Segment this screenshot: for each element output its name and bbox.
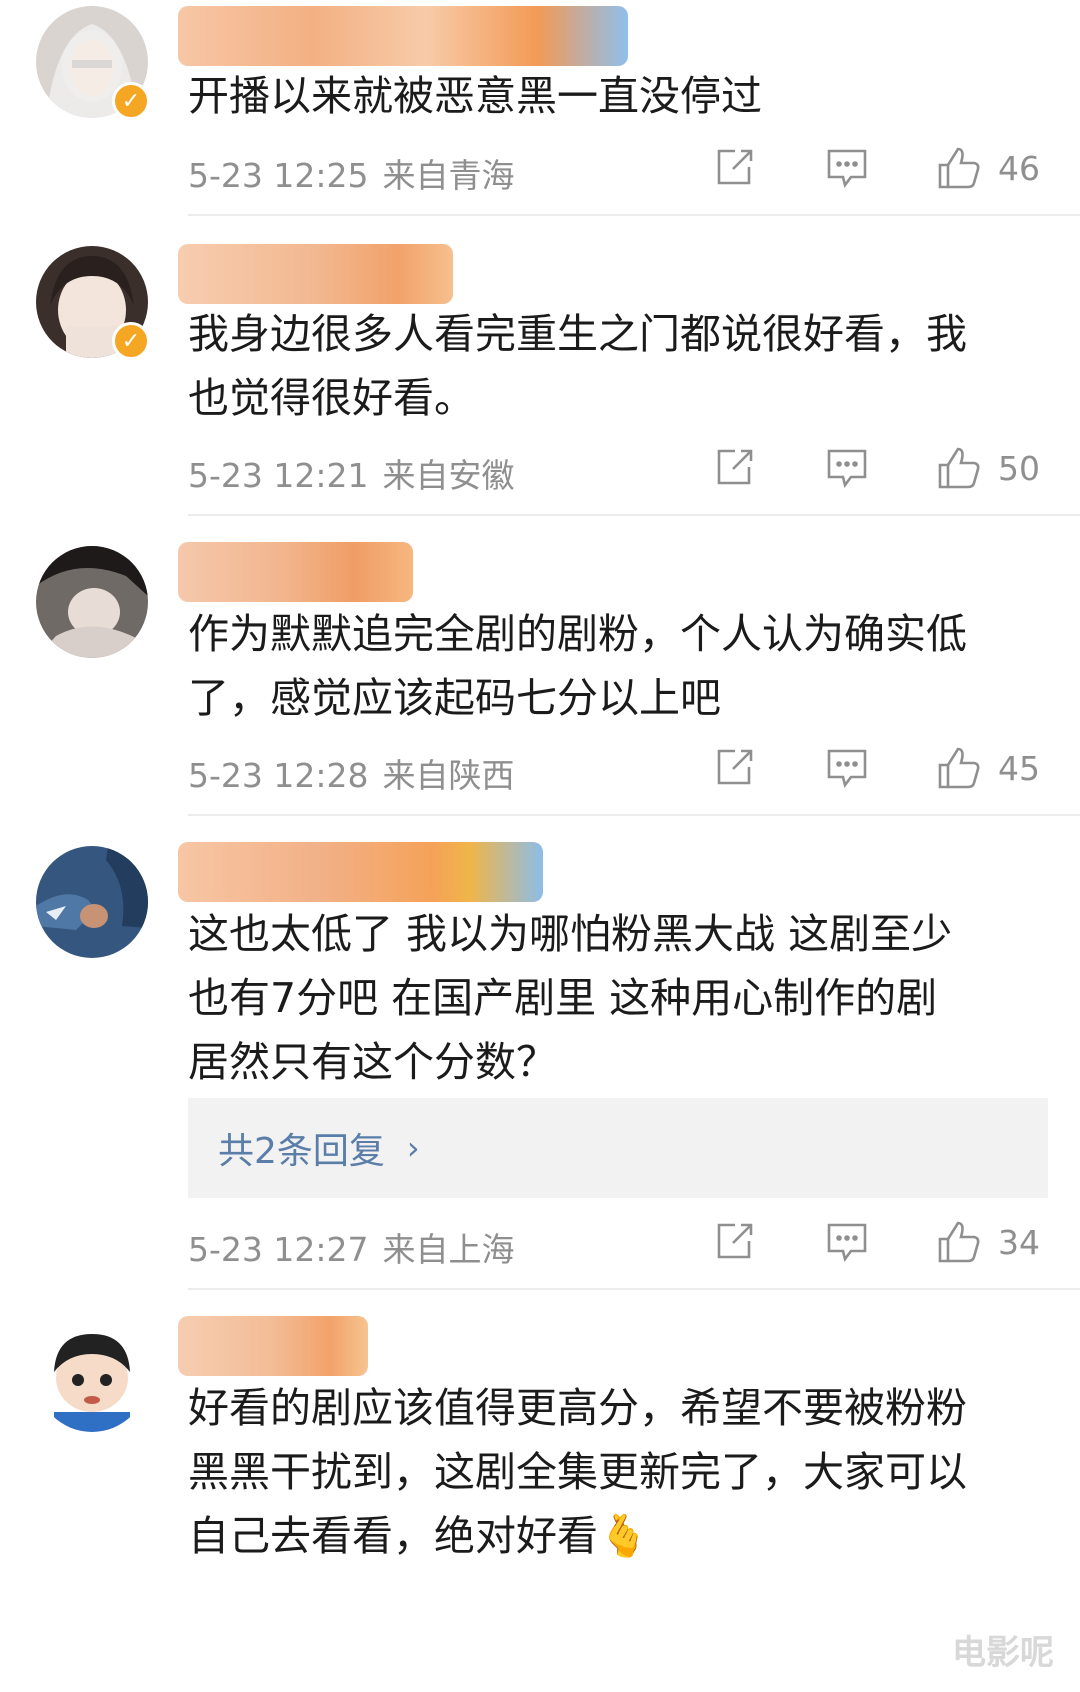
avatar[interactable] — [36, 546, 148, 658]
thumbs-up-icon — [938, 1221, 980, 1263]
reply-button[interactable] — [825, 143, 869, 193]
comment-icon — [827, 1223, 867, 1262]
like-count: 45 — [998, 748, 1040, 788]
divider — [188, 1288, 1080, 1290]
like-count: 50 — [998, 448, 1040, 488]
avatar[interactable] — [36, 1320, 148, 1432]
verified-badge-icon: ✓ — [112, 322, 150, 360]
like-button[interactable]: 50 — [936, 443, 1040, 493]
share-icon — [717, 1223, 753, 1259]
avatar[interactable] — [36, 846, 148, 958]
comment-text: 开播以来就被恶意黑一直没停过 — [188, 72, 762, 120]
chevron-right-icon: › — [406, 1129, 420, 1167]
comment-text: 作为默默追完全剧的剧粉，个人认为确实低了，感觉应该起码七分以上吧 — [188, 610, 967, 722]
comment-text: 这也太低了 我以为哪怕粉黑大战 这剧至少也有7分吧 在国产剧里 这种用心制作的剧… — [188, 910, 953, 1086]
comment-date: 5-23 12:27 — [188, 1230, 369, 1269]
comment-location: 来自陕西 — [382, 756, 515, 795]
comment-location: 来自安徽 — [382, 456, 515, 495]
view-replies-button[interactable]: 共2条回复 › — [188, 1098, 1048, 1198]
divider — [188, 814, 1080, 816]
avatar[interactable]: ✓ — [36, 246, 150, 360]
comment-meta: 5-23 12:28 来自陕西 45 — [188, 743, 1048, 795]
share-button[interactable] — [713, 743, 755, 793]
share-icon — [717, 749, 753, 785]
reply-button[interactable] — [825, 443, 869, 493]
comment-date: 5-23 12:28 — [188, 756, 369, 795]
thumbs-up-icon — [938, 147, 980, 189]
comment-meta: 5-23 12:27 来自上海 34 — [188, 1217, 1048, 1269]
divider — [188, 514, 1080, 516]
comment-icon — [827, 449, 867, 488]
like-button[interactable]: 45 — [936, 743, 1040, 793]
comment-meta: 5-23 12:25 来自青海 46 — [188, 143, 1048, 195]
share-button[interactable] — [713, 1217, 755, 1267]
replies-count-label: 共2条回复 — [218, 1131, 385, 1172]
comment-meta: 5-23 12:21 来自安徽 50 — [188, 443, 1048, 495]
share-icon — [717, 149, 753, 185]
comment-date: 5-23 12:21 — [188, 456, 369, 495]
watermark: 电影呢 — [952, 1633, 1054, 1673]
like-count: 46 — [998, 148, 1040, 188]
comment-icon — [827, 149, 867, 188]
divider — [188, 214, 1080, 216]
comment-text: 好看的剧应该值得更高分，希望不要被粉粉黑黑干扰到，这剧全集更新完了，大家可以自己… — [188, 1384, 967, 1560]
share-button[interactable] — [713, 143, 755, 193]
thumbs-up-icon — [938, 747, 980, 789]
thumbs-up-icon — [938, 447, 980, 489]
verified-badge-icon: ✓ — [112, 82, 150, 120]
like-count: 34 — [998, 1222, 1040, 1262]
username-blurred[interactable] — [178, 842, 543, 902]
comment-location: 来自青海 — [382, 156, 515, 195]
comment-location: 来自上海 — [382, 1230, 515, 1269]
avatar[interactable]: ✓ — [36, 6, 150, 120]
username-blurred[interactable] — [178, 244, 453, 304]
username-blurred[interactable] — [178, 542, 413, 602]
reply-button[interactable] — [825, 743, 869, 793]
share-icon — [717, 449, 753, 485]
comment-icon — [827, 749, 867, 788]
share-button[interactable] — [713, 443, 755, 493]
username-blurred[interactable] — [178, 1316, 368, 1376]
comment-text: 我身边很多人看完重生之门都说很好看，我也觉得很好看。 — [188, 310, 967, 422]
comment-date: 5-23 12:25 — [188, 156, 369, 195]
reply-button[interactable] — [825, 1217, 869, 1267]
like-button[interactable]: 34 — [936, 1217, 1040, 1267]
username-blurred[interactable] — [178, 6, 628, 66]
like-button[interactable]: 46 — [936, 143, 1040, 193]
